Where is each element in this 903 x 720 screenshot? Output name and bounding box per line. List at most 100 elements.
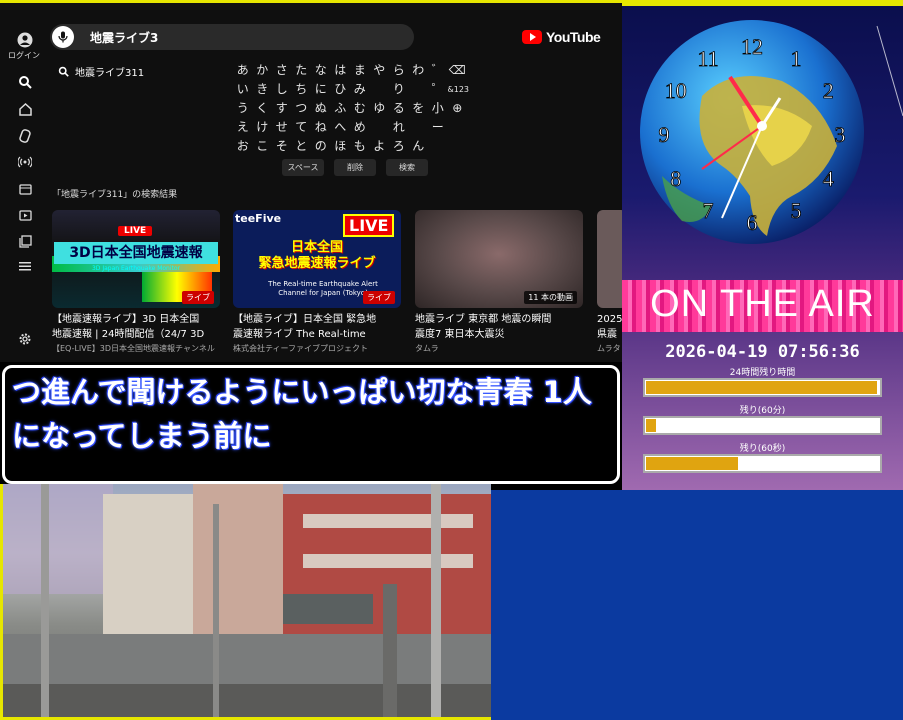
video-title[interactable]: 【地震速報ライブ】3D 日本全国 地震速報 | 24時間配信（24/7 3D bbox=[52, 312, 220, 342]
datetime-display: 2026-04-19 07:56:36 bbox=[665, 342, 860, 362]
video-card-3[interactable]: 11 本の動画 地震ライブ 東京都 地震の瞬間 震度7 東日本大震災 タムラ bbox=[415, 210, 583, 354]
keyboard-key[interactable]: あ bbox=[233, 61, 253, 80]
keyboard-key[interactable]: ら bbox=[389, 61, 409, 80]
keyboard-key[interactable]: う bbox=[233, 99, 253, 118]
keyboard-key[interactable]: と bbox=[292, 137, 312, 156]
clock-numeral: 1 bbox=[791, 46, 802, 71]
video-title[interactable]: 地震ライブ 東京都 地震の瞬間 震度7 東日本大震災 bbox=[415, 312, 583, 342]
menu-icon[interactable] bbox=[14, 255, 36, 277]
library-icon[interactable] bbox=[14, 230, 36, 252]
keyboard-key[interactable]: わ bbox=[409, 61, 429, 80]
keyboard-key[interactable]: き bbox=[253, 80, 273, 99]
video-card-4[interactable]: 2025 県震 ムラタ bbox=[597, 210, 622, 354]
live-badge: ライブ bbox=[363, 291, 395, 304]
channel-name[interactable]: 株式会社ティーファイブプロジェクト bbox=[233, 343, 401, 354]
keyboard-key[interactable]: ⊕ bbox=[448, 99, 468, 118]
keyboard-key[interactable]: け bbox=[253, 118, 273, 137]
keyboard-key[interactable]: の bbox=[311, 137, 331, 156]
live-icon[interactable] bbox=[14, 151, 36, 173]
keyboard-key[interactable]: え bbox=[233, 118, 253, 137]
subtitle-text: つ進んで聞けるようにいっぱい切な青春 1人になってしまう前に bbox=[12, 375, 592, 453]
video-thumbnail[interactable] bbox=[597, 210, 622, 308]
keyboard-key-empty bbox=[428, 137, 448, 156]
keyboard-key[interactable]: り bbox=[389, 80, 409, 99]
keyboard-key[interactable]: さ bbox=[272, 61, 292, 80]
search-query-text[interactable]: 地震ライブ3 bbox=[90, 29, 158, 46]
keyboard-key[interactable]: つ bbox=[292, 99, 312, 118]
keyboard-key[interactable]: ひ bbox=[331, 80, 351, 99]
login-label[interactable]: ログイン bbox=[0, 51, 48, 61]
keyboard-key[interactable]: は bbox=[331, 61, 351, 80]
keyboard-key[interactable]: ⌫ bbox=[448, 61, 468, 80]
keyboard-key[interactable]: て bbox=[292, 118, 312, 137]
keyboard-key[interactable]: ゜ bbox=[428, 80, 448, 99]
subscriptions-icon[interactable] bbox=[14, 204, 36, 226]
keyboard-key[interactable]: ゆ bbox=[370, 99, 390, 118]
keyboard-key[interactable]: か bbox=[253, 61, 273, 80]
keyboard-key[interactable]: め bbox=[350, 118, 370, 137]
keyboard-key[interactable]: い bbox=[233, 80, 253, 99]
thumb-live-tag: LIVE bbox=[343, 214, 395, 237]
keyboard-key[interactable]: ろ bbox=[389, 137, 409, 156]
gaming-icon[interactable] bbox=[14, 178, 36, 200]
playlist-count-badge: 11 本の動画 bbox=[524, 291, 577, 304]
video-thumbnail[interactable]: 11 本の動画 bbox=[415, 210, 583, 308]
shorts-icon[interactable] bbox=[14, 125, 36, 147]
keyboard-key[interactable]: し bbox=[272, 80, 292, 99]
keyboard-key[interactable]: ー bbox=[428, 118, 448, 137]
keyboard-key[interactable]: こ bbox=[253, 137, 273, 156]
keyboard-key[interactable]: む bbox=[350, 99, 370, 118]
keyboard-key[interactable]: ゛ bbox=[428, 61, 448, 80]
clock-numeral: 10 bbox=[665, 78, 687, 103]
search-icon[interactable] bbox=[14, 71, 36, 93]
keyboard-key[interactable]: よ bbox=[370, 137, 390, 156]
keyboard-key[interactable]: や bbox=[370, 61, 390, 80]
keyboard-key[interactable]: へ bbox=[331, 118, 351, 137]
video-title[interactable]: 2025 県震 bbox=[597, 312, 622, 342]
settings-gear-icon[interactable] bbox=[14, 328, 36, 350]
on-air-text: ON THE AIR bbox=[650, 283, 875, 325]
video-thumbnail[interactable]: LIVE 3D日本全国地震速報 3D Japan Earthquake Moni… bbox=[52, 210, 220, 308]
keyboard-key[interactable]: お bbox=[233, 137, 253, 156]
keyboard-key[interactable]: れ bbox=[389, 118, 409, 137]
space-key[interactable]: スペース bbox=[282, 159, 324, 176]
channel-name[interactable]: タムラ bbox=[415, 343, 583, 354]
home-icon[interactable] bbox=[14, 98, 36, 120]
keyboard-key[interactable]: た bbox=[292, 61, 312, 80]
keyboard-key[interactable]: ま bbox=[350, 61, 370, 80]
keyboard-key[interactable]: を bbox=[409, 99, 429, 118]
keyboard-key[interactable]: く bbox=[253, 99, 273, 118]
keyboard-key[interactable]: そ bbox=[272, 137, 292, 156]
keyboard-key[interactable]: ぬ bbox=[311, 99, 331, 118]
video-card-1[interactable]: LIVE 3D日本全国地震速報 3D Japan Earthquake Moni… bbox=[52, 210, 220, 354]
keyboard-key[interactable]: ほ bbox=[331, 137, 351, 156]
keyboard-key[interactable]: な bbox=[311, 61, 331, 80]
keyboard-key[interactable]: 小 bbox=[428, 99, 448, 118]
keyboard-row: いきしちにひみり゜ &123 bbox=[233, 80, 470, 99]
keyboard-key[interactable]: み bbox=[350, 80, 370, 99]
keyboard-key[interactable]: ち bbox=[292, 80, 312, 99]
keyboard-key[interactable]: す bbox=[272, 99, 292, 118]
keyboard-key[interactable]: ん bbox=[409, 137, 429, 156]
microphone-icon[interactable] bbox=[52, 26, 74, 48]
channel-name[interactable]: 【EQ-LIVE】3D日本全国地震速報チャンネル bbox=[52, 343, 220, 354]
keyboard-key[interactable]: ね bbox=[311, 118, 331, 137]
progress-bar-60min bbox=[643, 416, 882, 435]
keyboard-key[interactable]: る bbox=[389, 99, 409, 118]
search-suggestion[interactable]: 地震ライブ311 bbox=[58, 64, 144, 79]
delete-key[interactable]: 削除 bbox=[334, 159, 376, 176]
keyboard-key[interactable]: も bbox=[350, 137, 370, 156]
keyboard-key[interactable]: に bbox=[311, 80, 331, 99]
keyboard-key[interactable]: せ bbox=[272, 118, 292, 137]
street-camera-feed bbox=[0, 484, 491, 720]
video-card-2[interactable]: teeFive LIVE 日本全国 緊急地震速報ライブ The Real-tim… bbox=[233, 210, 401, 354]
keyboard-key[interactable]: ふ bbox=[331, 99, 351, 118]
search-key[interactable]: 検索 bbox=[386, 159, 428, 176]
channel-name[interactable]: ムラタ bbox=[597, 343, 622, 354]
thumb-brand: teeFive bbox=[235, 212, 282, 225]
video-title[interactable]: 【地震ライブ】日本全国 緊急地 震速報ライブ The Real-time bbox=[233, 312, 401, 342]
account-icon[interactable] bbox=[14, 29, 36, 51]
video-thumbnail[interactable]: teeFive LIVE 日本全国 緊急地震速報ライブ The Real-tim… bbox=[233, 210, 401, 308]
keyboard-key[interactable]: &123 bbox=[448, 80, 470, 99]
bar-label-24h: 24時間残り時間 bbox=[729, 368, 796, 378]
